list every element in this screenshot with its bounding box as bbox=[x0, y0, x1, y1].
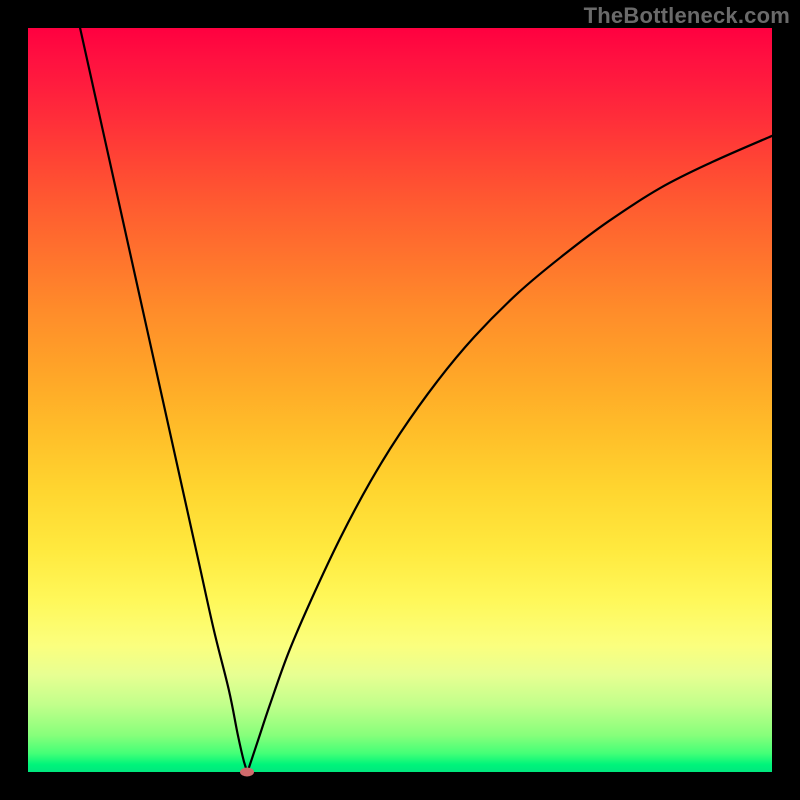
minimum-dot bbox=[240, 768, 254, 777]
bottleneck-curve bbox=[28, 28, 772, 772]
chart-frame: TheBottleneck.com bbox=[0, 0, 800, 800]
watermark-text: TheBottleneck.com bbox=[584, 3, 790, 29]
plot-area bbox=[28, 28, 772, 772]
